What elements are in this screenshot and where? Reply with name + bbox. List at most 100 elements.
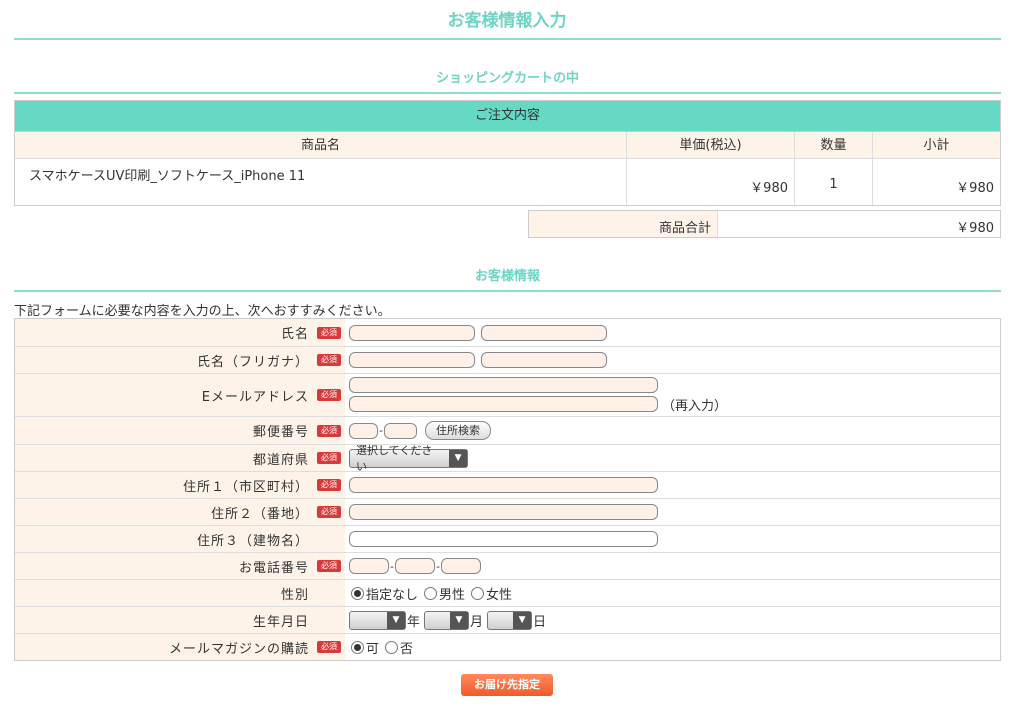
row-birth: 生年月日 ▼ 年 ▼ 月 ▼ 日 bbox=[15, 606, 1000, 633]
row-kana: 氏名（フリガナ） 必須 bbox=[15, 346, 1000, 373]
cart-divider bbox=[14, 92, 1001, 94]
row-addr3: 住所３（建物名） bbox=[15, 525, 1000, 552]
row-email: Eメールアドレス 必須 （再入力） bbox=[15, 373, 1000, 416]
tel-third-input[interactable] bbox=[440, 558, 481, 574]
gender-male-radio[interactable] bbox=[424, 586, 438, 600]
birth-year-select[interactable]: ▼ bbox=[349, 610, 406, 630]
first-kana-input[interactable] bbox=[481, 352, 607, 368]
cart-section-title: ショッピングカートの中 bbox=[435, 71, 579, 86]
total-value: ￥980 bbox=[956, 221, 994, 236]
label-zip: 郵便番号 bbox=[252, 425, 309, 440]
row-addr2: 住所２（番地） 必須 bbox=[15, 498, 1000, 525]
label-addr3: 住所３（建物名） bbox=[196, 533, 309, 549]
chevron-down-icon: ▼ bbox=[450, 611, 469, 629]
row-magazine: メールマガジンの購読 必須 可 否 bbox=[15, 633, 1000, 660]
item-subtotal: ￥980 bbox=[956, 181, 994, 196]
tel-hyphen: - bbox=[435, 559, 440, 573]
magazine-no-radio[interactable] bbox=[385, 640, 399, 654]
col-product: 商品名 bbox=[15, 132, 627, 158]
magazine-yes-label: 可 bbox=[366, 641, 380, 657]
row-name: 氏名 必須 bbox=[15, 319, 1000, 346]
month-unit: 月 bbox=[470, 614, 484, 630]
required-badge: 必須 bbox=[317, 641, 341, 653]
email-confirm-input[interactable] bbox=[349, 396, 658, 412]
magazine-yes-radio[interactable] bbox=[351, 640, 364, 654]
row-pref: 都道府県 必須 選択してください ▼ bbox=[15, 444, 1000, 473]
zip-second-input[interactable] bbox=[383, 422, 417, 439]
last-kana-input[interactable] bbox=[349, 352, 475, 368]
label-magazine: メールマガジンの購読 bbox=[168, 641, 309, 657]
birth-month-select[interactable]: ▼ bbox=[424, 610, 470, 630]
delivery-address-button[interactable]: お届け先指定 bbox=[461, 674, 553, 696]
customer-divider bbox=[14, 290, 1001, 292]
customer-section-title: お客様情報 bbox=[474, 269, 540, 284]
address3-input[interactable] bbox=[349, 531, 658, 547]
item-qty: 1 bbox=[795, 159, 873, 205]
gender-female-radio[interactable] bbox=[471, 586, 485, 600]
required-badge: 必須 bbox=[317, 479, 341, 491]
chevron-down-icon: ▼ bbox=[513, 611, 532, 629]
title-divider bbox=[14, 38, 1001, 40]
label-birth: 生年月日 bbox=[252, 614, 309, 630]
gender-female-label: 女性 bbox=[486, 587, 513, 603]
required-badge: 必須 bbox=[317, 354, 341, 366]
required-badge: 必須 bbox=[317, 560, 341, 572]
row-addr1: 住所１（市区町村） 必須 bbox=[15, 471, 1000, 498]
page-title: お客様情報入力 bbox=[447, 11, 567, 31]
customer-form: 氏名 必須 氏名（フリガナ） 必須 Eメールアドレス 必須 （再入力） 郵便番号 必須 … bbox=[14, 318, 1001, 661]
gender-unspecified-label: 指定なし bbox=[366, 587, 419, 603]
col-price: 単価(税込) bbox=[627, 132, 795, 158]
table-row: スマホケースUV印刷_ソフトケース_iPhone 11 ￥980 1 ￥980 bbox=[15, 158, 1000, 205]
label-addr2: 住所２（番地） bbox=[210, 506, 309, 522]
gender-unspecified-radio[interactable] bbox=[351, 586, 364, 600]
chevron-down-icon: ▼ bbox=[387, 611, 405, 629]
prefecture-select[interactable]: 選択してください ▼ bbox=[349, 444, 468, 473]
chevron-down-icon: ▼ bbox=[449, 449, 467, 467]
address1-input[interactable] bbox=[349, 477, 658, 493]
cart-table: ご注文内容 商品名 単価(税込) 数量 小計 スマホケースUV印刷_ソフトケース… bbox=[14, 100, 1001, 206]
required-badge: 必須 bbox=[317, 326, 341, 339]
row-gender: 性別 指定なし 男性 女性 bbox=[15, 579, 1000, 606]
address-search-button[interactable]: 住所検索 bbox=[424, 421, 491, 440]
form-intro: 下記フォームに必要な内容を入力の上、次へおすすみください。 bbox=[14, 304, 391, 319]
last-name-input[interactable] bbox=[349, 324, 475, 341]
required-badge-spacer bbox=[317, 533, 341, 545]
label-name: 氏名 bbox=[280, 327, 309, 342]
label-addr1: 住所１（市区町村） bbox=[182, 479, 309, 495]
tel-hyphen: - bbox=[390, 559, 394, 573]
label-pref: 都道府県 bbox=[252, 452, 309, 468]
label-email: Eメールアドレス bbox=[201, 389, 309, 405]
label-kana: 氏名（フリガナ） bbox=[196, 354, 309, 370]
required-badge-spacer bbox=[317, 587, 341, 599]
zip-first-input[interactable] bbox=[349, 422, 378, 439]
tel-second-input[interactable] bbox=[394, 558, 435, 574]
magazine-no-label: 否 bbox=[400, 641, 414, 657]
tel-first-input[interactable] bbox=[349, 558, 389, 574]
required-badge: 必須 bbox=[317, 424, 341, 437]
day-unit: 日 bbox=[533, 614, 547, 630]
col-subtotal: 小計 bbox=[923, 138, 950, 153]
cart-header-row: 商品名 単価(税込) 数量 小計 bbox=[15, 131, 1000, 158]
cart-caption: ご注文内容 bbox=[15, 101, 1000, 131]
label-gender: 性別 bbox=[280, 587, 309, 603]
zip-hyphen: - bbox=[379, 424, 383, 437]
email-input[interactable] bbox=[349, 376, 658, 393]
reenter-label: （再入力） bbox=[662, 398, 728, 414]
required-badge: 必須 bbox=[317, 506, 341, 518]
required-badge-spacer bbox=[317, 614, 341, 626]
col-qty: 数量 bbox=[795, 132, 873, 158]
cart-total: 商品合計 ￥980 bbox=[528, 210, 1001, 238]
label-tel: お電話番号 bbox=[238, 560, 309, 576]
required-badge: 必須 bbox=[317, 452, 341, 464]
required-badge: 必須 bbox=[317, 389, 341, 401]
year-unit: 年 bbox=[407, 614, 421, 630]
total-label: 商品合計 bbox=[529, 211, 718, 237]
row-tel: お電話番号 必須 - - bbox=[15, 552, 1000, 579]
gender-male-label: 男性 bbox=[439, 587, 466, 603]
first-name-input[interactable] bbox=[481, 324, 607, 341]
item-name: スマホケースUV印刷_ソフトケース_iPhone 11 bbox=[15, 159, 627, 205]
address2-input[interactable] bbox=[349, 504, 658, 520]
row-zip: 郵便番号 必須 - 住所検索 bbox=[15, 416, 1000, 444]
birth-day-select[interactable]: ▼ bbox=[487, 610, 533, 630]
item-price: ￥980 bbox=[627, 159, 795, 205]
